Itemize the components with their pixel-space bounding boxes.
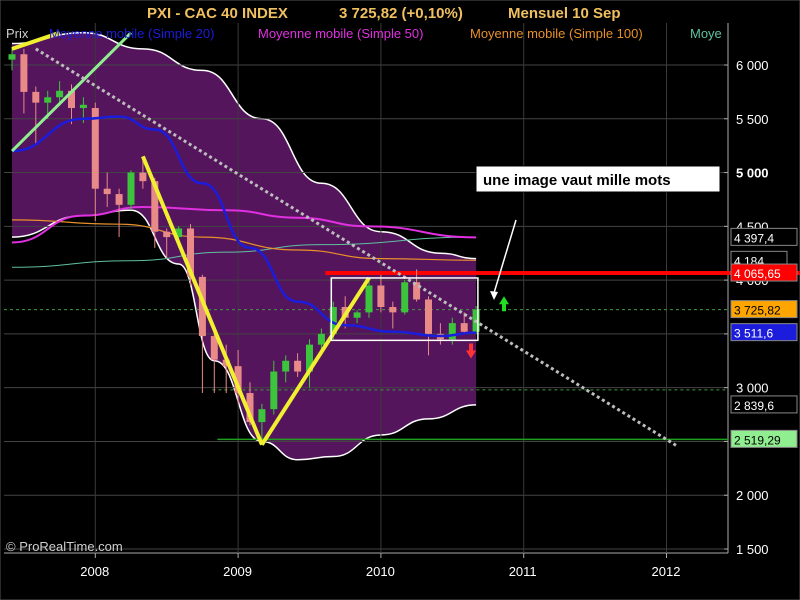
candle-body: [32, 91, 40, 103]
price-label: 3 725,82: [734, 304, 781, 318]
y-tick-label: 3 000: [736, 381, 769, 396]
candle-body: [127, 172, 135, 205]
legend-price: Prix: [6, 26, 29, 41]
legend-ma-other: Moye: [690, 26, 722, 41]
candle-body: [163, 231, 171, 238]
candle-body: [448, 323, 456, 340]
candle-body: [20, 54, 28, 92]
annotation-text: une image vaut mille mots: [483, 172, 671, 189]
x-tick-label: 2010: [366, 564, 395, 579]
x-tick-label: 2012: [652, 564, 681, 579]
price-label: 4 065,65: [734, 267, 781, 281]
candle-body: [353, 312, 361, 318]
candle-body: [270, 371, 278, 410]
price-label: 2 519,29: [734, 433, 781, 447]
watermark: © ProRealTime.com: [6, 539, 123, 554]
candle-body: [8, 54, 16, 60]
y-tick-label: 2 000: [736, 488, 769, 503]
y-tick-label: 5 500: [736, 112, 769, 127]
price-label: 2 839,6: [734, 399, 774, 413]
candle-body: [401, 282, 409, 313]
candle-body: [56, 90, 64, 98]
chart-period: Mensuel 10 Sep: [508, 5, 621, 22]
chart-title: PXI - CAC 40 INDEX: [147, 5, 288, 22]
candle-body: [282, 360, 290, 372]
price-label: 3 511,6: [734, 327, 773, 341]
candle-body: [91, 108, 99, 189]
chart-quote: 3 725,82 (+0,10%): [339, 5, 463, 22]
candle-body: [389, 307, 397, 313]
price-chart[interactable]: 6 0005 5005 0004 5004 0003 5003 0002 500…: [0, 0, 800, 600]
x-tick-label: 2009: [223, 564, 252, 579]
legend-ma20: Moyenne mobile (Simple 20): [49, 26, 214, 41]
candle-body: [115, 194, 123, 205]
candle-body: [425, 299, 432, 334]
x-tick-label: 2011: [509, 564, 537, 579]
y-tick-label: 5 000: [736, 166, 769, 181]
x-tick-label: 2008: [80, 564, 109, 579]
candle-body: [365, 285, 373, 313]
price-label: 4 397,4: [734, 231, 774, 245]
candle-body: [79, 104, 87, 109]
candle-body: [103, 188, 111, 195]
candle-body: [139, 172, 147, 182]
candle-body: [377, 285, 385, 307]
candle-body: [294, 360, 302, 372]
legend-ma50: Moyenne mobile (Simple 50): [258, 26, 423, 41]
candle-body: [44, 97, 52, 103]
legend-ma100: Moyenne mobile (Simple 100): [470, 26, 643, 41]
candle-body: [258, 409, 266, 423]
y-tick-label: 1 500: [736, 542, 769, 557]
candle-body: [317, 333, 325, 345]
y-tick-label: 6 000: [736, 58, 769, 73]
candle-body: [460, 323, 468, 332]
